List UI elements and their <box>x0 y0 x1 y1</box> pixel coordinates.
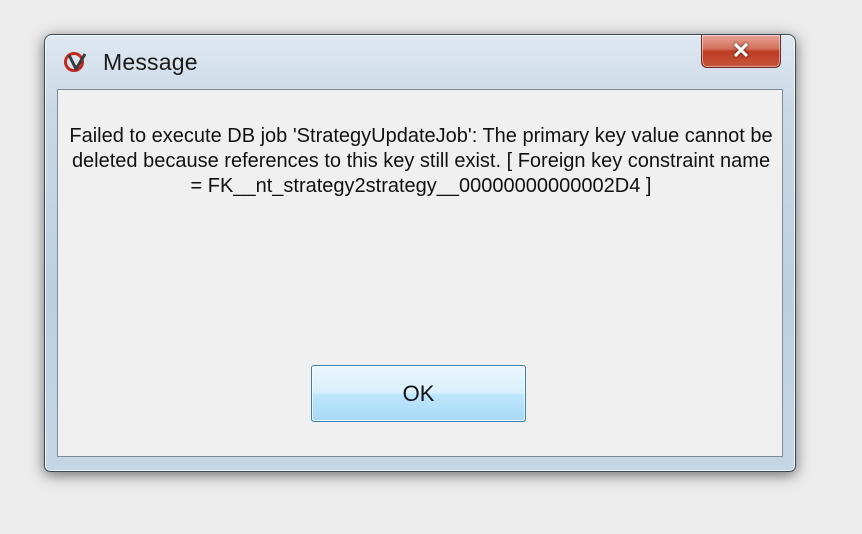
dialog-body: Failed to execute DB job 'StrategyUpdate… <box>57 89 783 457</box>
ok-button[interactable]: OK <box>311 365 526 422</box>
app-logo-icon <box>63 51 91 73</box>
close-icon: ✕ <box>731 38 751 63</box>
desktop-background: Message ✕ Failed to execute DB job 'Stra… <box>0 0 862 534</box>
close-button[interactable]: ✕ <box>701 35 781 68</box>
message-dialog: Message ✕ Failed to execute DB job 'Stra… <box>44 34 796 472</box>
title-bar[interactable]: Message ✕ <box>45 35 795 87</box>
error-message: Failed to execute DB job 'StrategyUpdate… <box>69 125 773 197</box>
dialog-title: Message <box>103 49 198 75</box>
